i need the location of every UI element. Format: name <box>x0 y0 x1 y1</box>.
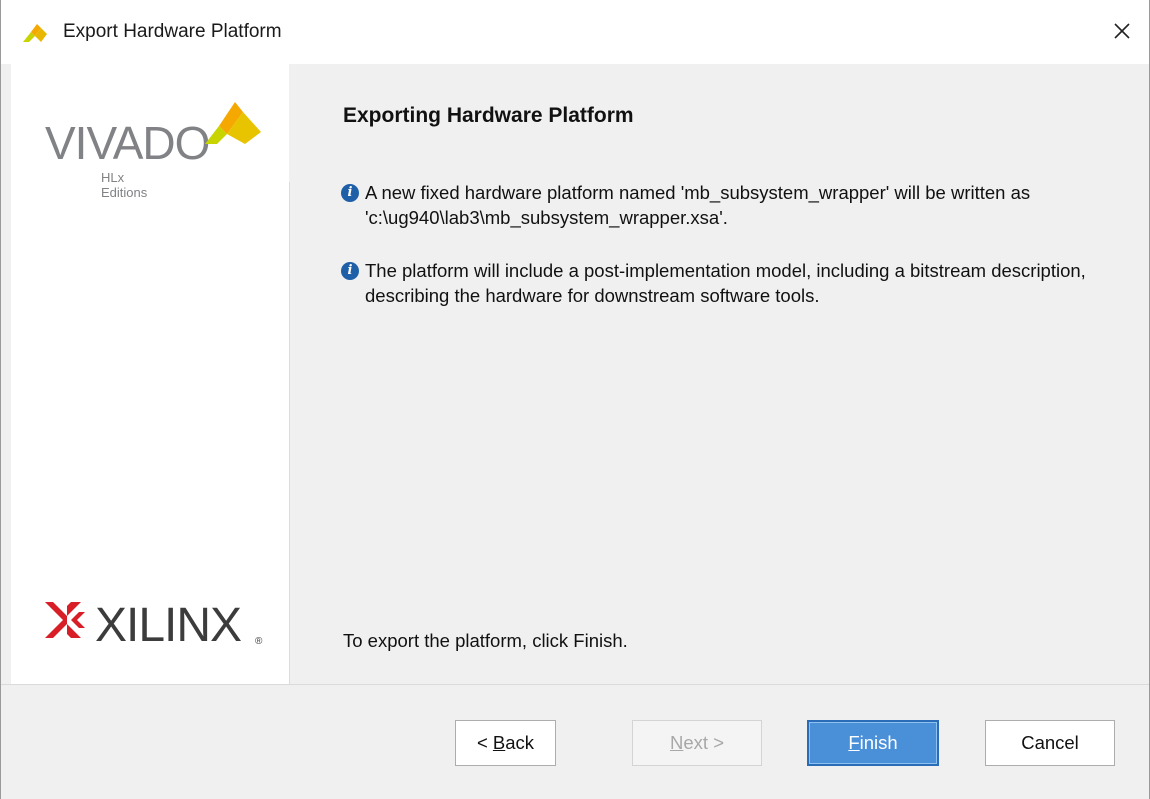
xilinx-mark-icon <box>45 602 89 638</box>
back-prefix: < <box>476 732 493 753</box>
main-panel: Exporting Hardware Platform i A new fixe… <box>341 64 1121 684</box>
next-button[interactable]: Next > <box>632 720 762 766</box>
export-hardware-platform-dialog: Export Hardware Platform VIVADO HLx Edit… <box>0 0 1150 799</box>
finish-mnemonic: F <box>848 732 860 753</box>
dialog-body: VIVADO HLx Editions XILINX ® Exporting H… <box>11 64 1141 684</box>
info-icon: i <box>341 184 359 202</box>
next-label-rest: ext > <box>683 732 724 753</box>
vivado-app-icon <box>23 24 47 42</box>
title-bar[interactable]: Export Hardware Platform <box>1 0 1149 64</box>
info-icon: i <box>341 262 359 280</box>
instruction-text: To export the platform, click Finish. <box>343 630 628 651</box>
sidebar-banner: VIVADO HLx Editions XILINX ® <box>11 64 289 684</box>
cancel-button[interactable]: Cancel <box>985 720 1115 766</box>
info-message: i A new fixed hardware platform named 'm… <box>341 180 1105 230</box>
xilinx-registered-mark: ® <box>255 636 263 647</box>
window-title: Export Hardware Platform <box>63 21 282 42</box>
page-title: Exporting Hardware Platform <box>343 104 634 127</box>
vivado-logo-text: VIVADO <box>45 117 210 169</box>
finish-label-rest: inish <box>859 732 898 753</box>
next-mnemonic: N <box>670 732 684 753</box>
vivado-subtitle: HLx Editions <box>101 170 148 200</box>
button-bar: < Back Next > Finish Cancel <box>1 684 1149 799</box>
vivado-mark-icon <box>205 102 261 144</box>
finish-button[interactable]: Finish <box>807 720 939 766</box>
xilinx-logo: XILINX ® <box>45 599 262 652</box>
sidebar-divider <box>289 182 290 684</box>
info-message-text: A new fixed hardware platform named 'mb_… <box>365 182 1031 228</box>
xilinx-logo-text: XILINX <box>95 599 242 652</box>
back-mnemonic: B <box>492 732 506 753</box>
close-icon <box>1114 23 1130 39</box>
info-message-text: The platform will include a post-impleme… <box>365 260 1086 306</box>
info-message: i The platform will include a post-imple… <box>341 258 1095 308</box>
back-button[interactable]: < Back <box>455 720 556 766</box>
back-label-rest: ack <box>505 732 535 753</box>
close-button[interactable] <box>1099 8 1145 54</box>
